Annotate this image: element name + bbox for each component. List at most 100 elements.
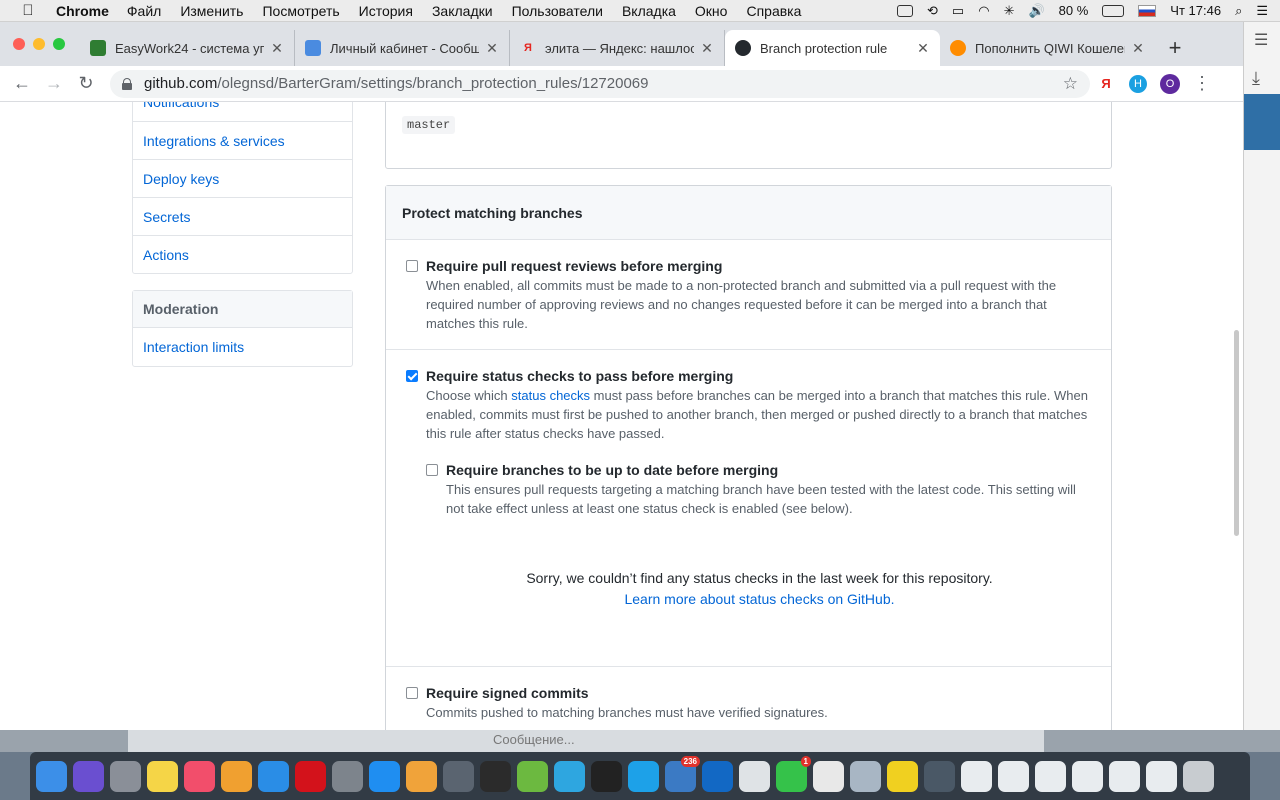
menu-app-name[interactable]: Chrome xyxy=(56,3,109,19)
close-tab-icon[interactable]: ✕ xyxy=(916,40,930,57)
volume-icon[interactable]: 🔊 xyxy=(1028,3,1044,19)
signed-commits-checkbox[interactable] xyxy=(406,687,418,699)
window-2-dock-icon[interactable] xyxy=(961,760,992,792)
launchpad-dock-icon[interactable] xyxy=(110,760,141,792)
up-to-date-checkbox[interactable] xyxy=(426,464,438,476)
download-icon[interactable]: ⤓ xyxy=(1252,68,1260,89)
yandex-extension-icon[interactable]: Я xyxy=(1090,76,1122,91)
close-tab-icon[interactable]: ✕ xyxy=(485,40,499,57)
battery-text[interactable]: 80 % xyxy=(1059,3,1089,18)
window-7-dock-icon[interactable] xyxy=(1146,760,1177,792)
music-dock-icon[interactable] xyxy=(184,760,215,792)
close-tab-icon[interactable]: ✕ xyxy=(1131,40,1145,57)
status-checks-checkbox[interactable] xyxy=(406,370,418,382)
window-1-dock-icon[interactable] xyxy=(924,760,955,792)
clock[interactable]: Чт 17:46 xyxy=(1170,3,1221,18)
zoom-window-button[interactable] xyxy=(53,38,65,50)
pages-dock-icon[interactable] xyxy=(406,760,437,792)
notification-center-icon[interactable]: ☰ xyxy=(1256,3,1268,19)
opera-dock-icon[interactable] xyxy=(295,760,326,792)
menu-view[interactable]: Посмотреть xyxy=(262,3,339,19)
trash-dock-icon[interactable] xyxy=(1183,760,1214,792)
profile-avatar[interactable]: O xyxy=(1154,73,1186,94)
pr-reviews-title[interactable]: Require pull request reviews before merg… xyxy=(426,256,1093,276)
status-checks-title[interactable]: Require status checks to pass before mer… xyxy=(426,366,1093,386)
tab-branch-protection[interactable]: Branch protection rule ✕ xyxy=(725,30,940,66)
address-bar[interactable]: github.com/olegnsd/BarterGram/settings/b… xyxy=(110,69,1090,98)
ssh-dock-icon[interactable] xyxy=(480,760,511,792)
minimize-window-button[interactable] xyxy=(33,38,45,50)
photos-dock-icon[interactable] xyxy=(221,760,252,792)
message-input-placeholder[interactable]: Сообщение... xyxy=(493,732,575,747)
sidebar-item-actions[interactable]: Actions xyxy=(133,235,352,273)
terminal-dock-icon[interactable] xyxy=(591,760,622,792)
time-machine-icon[interactable]: ⟲ xyxy=(927,3,938,19)
menu-tab[interactable]: Вкладка xyxy=(622,3,676,19)
sidebar-item-notifications[interactable]: Notifications xyxy=(133,102,352,121)
new-tab-button[interactable]: + xyxy=(1155,30,1195,66)
reload-icon[interactable]: ↻ xyxy=(70,73,102,94)
signed-commits-title[interactable]: Require signed commits xyxy=(426,683,1093,703)
cleaner-dock-icon[interactable] xyxy=(443,760,474,792)
telegram-dock-icon[interactable] xyxy=(554,760,585,792)
teamviewer-status-icon[interactable] xyxy=(897,4,914,17)
lock-icon[interactable] xyxy=(122,77,132,90)
h-extension-icon[interactable]: H xyxy=(1122,74,1154,93)
app-store-dock-icon[interactable] xyxy=(369,760,400,792)
wunderlist-dock-icon[interactable] xyxy=(887,760,918,792)
spotlight-icon[interactable]: ⌕ xyxy=(1235,3,1242,19)
menu-edit[interactable]: Изменить xyxy=(180,3,243,19)
siri-dock-icon[interactable] xyxy=(73,760,104,792)
hamburger-icon[interactable]: ☰ xyxy=(1254,30,1268,50)
forward-arrow-icon[interactable]: → xyxy=(38,73,70,94)
menu-help[interactable]: Справка xyxy=(746,3,801,19)
whatsapp-dock-icon[interactable]: 1 xyxy=(776,755,811,792)
yandex-browser-dock-icon[interactable] xyxy=(813,760,844,792)
bookmark-star-icon[interactable]: ☆ xyxy=(1063,74,1078,94)
sidebar-item-integrations[interactable]: Integrations & services xyxy=(133,121,352,159)
mail-dock-icon[interactable]: 236 xyxy=(665,755,700,792)
chrome-dock-icon[interactable] xyxy=(739,760,770,792)
sidebar-item-interaction-limits[interactable]: Interaction limits xyxy=(133,328,352,366)
preview-dock-icon[interactable] xyxy=(850,760,881,792)
back-arrow-icon[interactable]: ← xyxy=(6,73,38,94)
close-tab-icon[interactable]: ✕ xyxy=(700,40,714,57)
background-window[interactable]: ☰ ⤓ xyxy=(1243,22,1280,732)
up-to-date-title[interactable]: Require branches to be up to date before… xyxy=(446,460,1093,480)
window-3-dock-icon[interactable] xyxy=(998,760,1029,792)
notes-dock-icon[interactable] xyxy=(147,760,178,792)
menu-bookmarks[interactable]: Закладки xyxy=(432,3,493,19)
menu-history[interactable]: История xyxy=(359,3,413,19)
chrome-menu-icon[interactable]: ⋮ xyxy=(1186,73,1218,94)
window-5-dock-icon[interactable] xyxy=(1072,760,1103,792)
system-preferences-dock-icon[interactable] xyxy=(332,760,363,792)
utorrent-dock-icon[interactable] xyxy=(517,760,548,792)
pr-reviews-checkbox[interactable] xyxy=(406,260,418,272)
window-4-dock-icon[interactable] xyxy=(1035,760,1066,792)
airplay-icon[interactable]: ▭ xyxy=(952,3,964,19)
safari-dock-icon[interactable] xyxy=(258,760,289,792)
sidebar-item-secrets[interactable]: Secrets xyxy=(133,197,352,235)
close-window-button[interactable] xyxy=(13,38,25,50)
tab-cabinet[interactable]: Личный кабинет - Сообщ ✕ xyxy=(295,30,510,66)
skype-dock-icon[interactable] xyxy=(628,760,659,792)
menu-file[interactable]: Файл xyxy=(127,3,161,19)
close-tab-icon[interactable]: ✕ xyxy=(270,40,284,57)
battery-icon[interactable] xyxy=(1102,4,1125,17)
apple-icon[interactable]:  xyxy=(0,2,56,19)
teamviewer-dock-icon[interactable] xyxy=(702,760,733,792)
tab-qiwi[interactable]: Пополнить QIWI Кошелек ✕ xyxy=(940,30,1155,66)
learn-status-checks-link[interactable]: Learn more about status checks on GitHub… xyxy=(426,589,1093,610)
finder-dock-icon[interactable] xyxy=(36,760,67,792)
tab-easywork[interactable]: EasyWork24 - система уп ✕ xyxy=(80,30,295,66)
wifi-icon[interactable]: ◠ xyxy=(978,3,989,19)
menu-window[interactable]: Окно xyxy=(695,3,728,19)
menu-people[interactable]: Пользователи xyxy=(512,3,603,19)
page-scrollbar[interactable] xyxy=(1234,330,1239,536)
sidebar-item-deploy-keys[interactable]: Deploy keys xyxy=(133,159,352,197)
window-6-dock-icon[interactable] xyxy=(1109,760,1140,792)
status-checks-link[interactable]: status checks xyxy=(511,388,590,403)
tab-yandex-search[interactable]: Я элита — Яндекс: нашлос ✕ xyxy=(510,30,725,66)
bluetooth-icon[interactable]: ✳ xyxy=(1004,3,1015,19)
input-source-flag-icon[interactable] xyxy=(1138,4,1157,17)
